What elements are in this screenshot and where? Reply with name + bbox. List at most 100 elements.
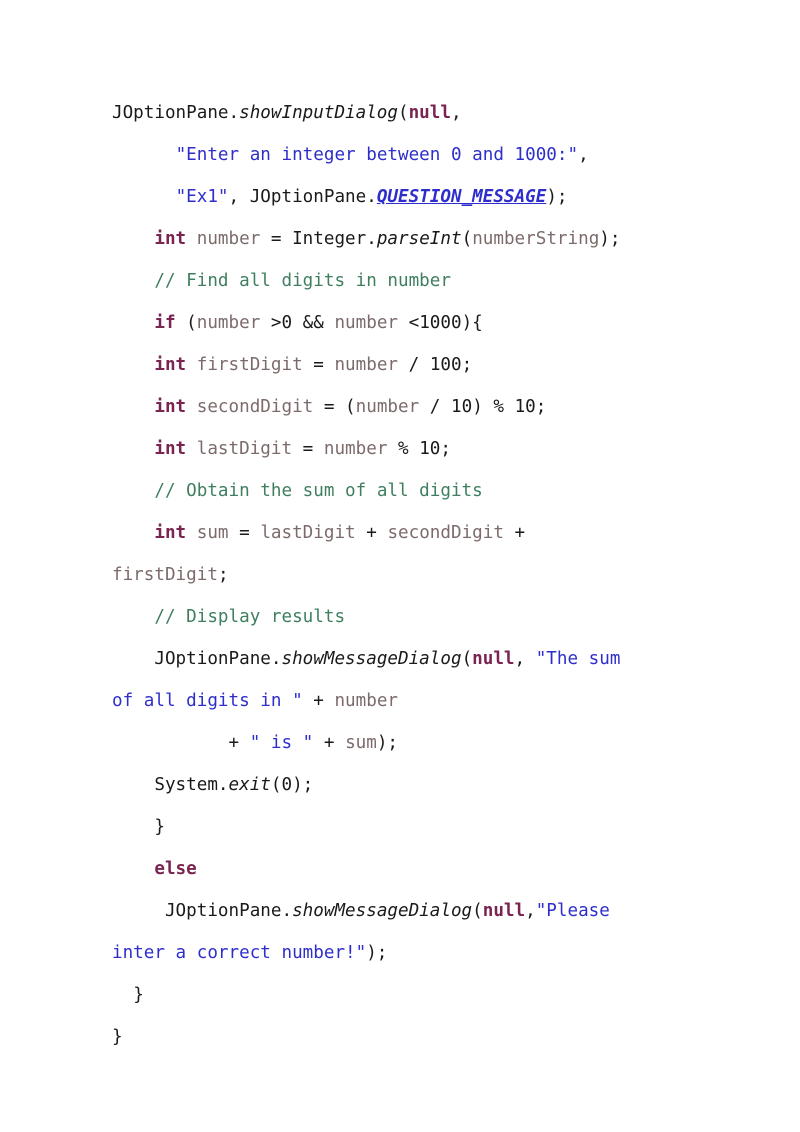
code-token-plain: System. xyxy=(154,775,229,795)
code-token-plain: + xyxy=(228,733,250,753)
code-line: of all digits in " + number xyxy=(112,680,732,722)
code-line: inter a correct number!"); xyxy=(112,932,732,974)
code-line: // Obtain the sum of all digits xyxy=(112,470,732,512)
code-line: System.exit(0); xyxy=(112,764,732,806)
code-line: int sum = lastDigit + secondDigit + xyxy=(112,512,732,554)
code-token-method: showMessageDialog xyxy=(281,649,462,669)
code-line: else xyxy=(112,848,732,890)
code-token-plain: ); xyxy=(292,775,314,795)
code-token-ident: sum xyxy=(345,733,377,753)
code-token-plain: + xyxy=(355,523,388,543)
code-token-plain: } xyxy=(112,1027,123,1047)
code-token-cmt: // Display results xyxy=(154,607,346,627)
code-token-cmt: // Find all digits in number xyxy=(154,271,451,291)
code-token-ident: firstDigit xyxy=(196,355,303,375)
code-token-plain: } xyxy=(133,985,144,1005)
code-token-plain: = Integer. xyxy=(260,229,377,249)
code-line: // Display results xyxy=(112,596,732,638)
code-token-ident: number xyxy=(334,313,399,333)
code-token-kw: null xyxy=(482,901,526,921)
code-line: } xyxy=(112,1016,732,1058)
code-token-method: parseInt xyxy=(376,229,462,249)
code-token-plain: , xyxy=(578,145,589,165)
code-line: } xyxy=(112,974,732,1016)
code-token-plain: / xyxy=(398,355,430,375)
code-token-str: "Ex1" xyxy=(175,187,229,207)
code-token-kw: null xyxy=(408,103,451,123)
code-line: int secondDigit = (number / 10) % 10; xyxy=(112,386,732,428)
code-token-kw: int xyxy=(154,523,187,543)
code-token-plain: ; xyxy=(217,565,229,585)
code-token-plain: ( xyxy=(461,649,473,669)
code-token-method: exit xyxy=(228,775,271,795)
code-token-num: 1000 xyxy=(419,313,462,333)
code-token-plain: < xyxy=(398,313,420,333)
code-token-str: "The sum xyxy=(535,649,621,669)
code-token-plain: JOptionPane. xyxy=(164,901,293,921)
code-token-str: "Enter an integer between 0 and 1000:" xyxy=(175,145,579,165)
code-token-plain: ( xyxy=(472,901,483,921)
code-token-ident: number xyxy=(196,229,261,249)
code-line: + " is " + sum); xyxy=(112,722,732,764)
code-token-plain: ); xyxy=(599,229,621,249)
code-token-num: 0 xyxy=(281,775,293,795)
code-line: // Find all digits in number xyxy=(112,260,732,302)
code-token-ident: numberString xyxy=(472,229,600,249)
code-token-plain: ){ xyxy=(461,313,483,333)
code-line: int lastDigit = number % 10; xyxy=(112,428,732,470)
code-token-ident: lastDigit xyxy=(260,523,356,543)
code-token-plain: = ( xyxy=(313,397,356,417)
code-token-plain: && xyxy=(292,313,335,333)
code-token-ident: lastDigit xyxy=(196,439,293,459)
code-token-plain: , JOptionPane. xyxy=(228,187,377,207)
code-token-plain: ( xyxy=(270,775,282,795)
code-token-kw: int xyxy=(154,229,187,249)
code-line: JOptionPane.showMessageDialog(null, "The… xyxy=(112,638,732,680)
code-token-plain: ; xyxy=(461,355,473,375)
code-token-num: 10 xyxy=(419,439,441,459)
code-token-plain: = xyxy=(302,355,335,375)
code-line: "Enter an integer between 0 and 1000:", xyxy=(112,134,732,176)
code-token-plain: JOptionPane. xyxy=(112,103,240,123)
code-token-ident: number xyxy=(323,439,388,459)
code-token-str: of all digits in " xyxy=(112,691,303,711)
code-token-ident: number xyxy=(334,355,399,375)
code-token-num: 0 xyxy=(281,313,293,333)
code-token-const: QUESTION_MESSAGE xyxy=(376,187,547,207)
code-token-str: inter a correct number!" xyxy=(112,943,367,963)
code-token-plain: ); xyxy=(366,943,388,963)
code-token-plain: / xyxy=(419,397,451,417)
code-token-plain: = xyxy=(292,439,324,459)
code-token-plain: ); xyxy=(546,187,568,207)
code-token-method: showMessageDialog xyxy=(292,901,473,921)
code-token-str: "Please xyxy=(535,901,610,921)
code-token-plain: ) % xyxy=(472,397,515,417)
code-line: int number = Integer.parseInt(numberStri… xyxy=(112,218,732,260)
code-token-plain: ( xyxy=(398,103,409,123)
code-line: JOptionPane.showMessageDialog(null,"Plea… xyxy=(112,890,732,932)
code-token-ident: number xyxy=(355,397,420,417)
code-token-plain: % xyxy=(387,439,420,459)
code-token-plain: + xyxy=(302,691,335,711)
code-line: JOptionPane.showInputDialog(null, xyxy=(112,92,732,134)
code-token-plain: ; xyxy=(535,397,547,417)
code-token-cmt: // Obtain the sum of all digits xyxy=(154,481,483,501)
code-token-kw: int xyxy=(154,397,187,417)
code-token-method: showInputDialog xyxy=(239,103,398,123)
code-token-ident: firstDigit xyxy=(112,565,218,585)
